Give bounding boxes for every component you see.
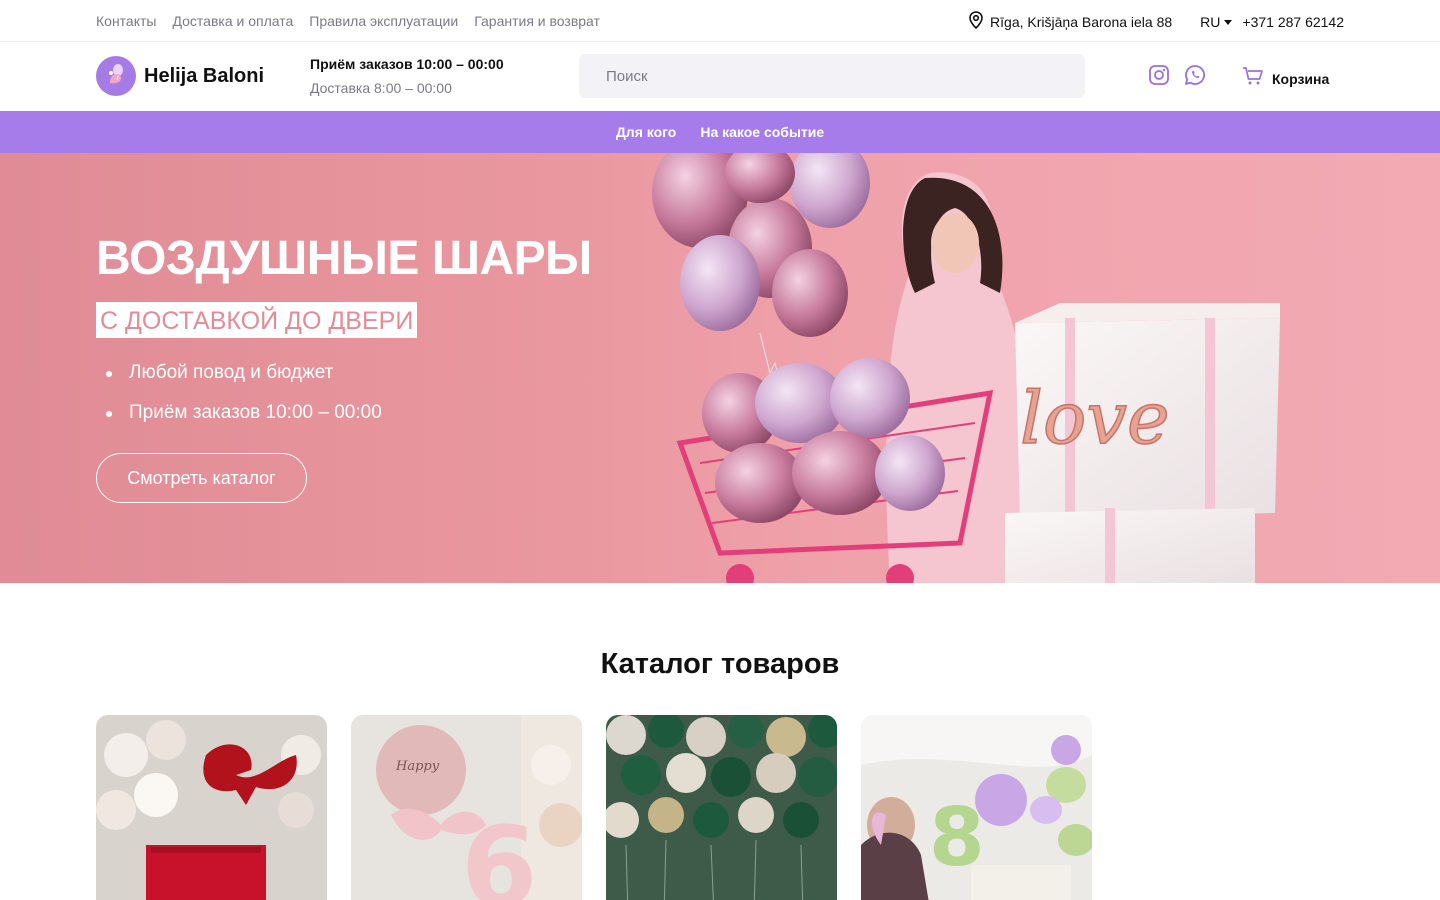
search-input[interactable]: [579, 54, 1085, 98]
hero-subtitle: С ДОСТАВКОЙ ДО ДВЕРИ: [96, 302, 418, 338]
top-links: Контакты Доставка и оплата Правила экспл…: [96, 12, 600, 30]
hero-banner: love ВОЗДУШНЫЕ ШАРЫ С ДОСТАВКОЙ ДО ДВЕРИ…: [0, 153, 1440, 583]
catalog-card[interactable]: 8: [861, 715, 1092, 900]
catalog-card-image: [606, 715, 837, 900]
svg-text:6: 6: [461, 803, 538, 900]
link-usage-rules[interactable]: Правила эксплуатации: [309, 12, 458, 30]
hero-bullet: Любой повод и бюджет: [106, 361, 382, 385]
chevron-down-icon: [1224, 20, 1233, 25]
catalog-card[interactable]: [96, 715, 327, 900]
address[interactable]: Rīga, Krišjāņa Barona iela 88: [968, 11, 1172, 33]
delivery-hours: Доставка 8:00 – 00:00: [310, 80, 452, 96]
hero-bullets: Любой повод и бюджет Приём заказов 10:00…: [106, 361, 382, 441]
location-pin-icon: [968, 11, 984, 33]
social-links: [1148, 64, 1206, 86]
link-warranty-returns[interactable]: Гарантия и возврат: [474, 12, 600, 30]
logo[interactable]: Helija Baloni: [96, 56, 264, 96]
catalog-card[interactable]: [606, 715, 837, 900]
catalog-card[interactable]: Happy 6: [351, 715, 582, 900]
catalog-card-image: Happy 6: [351, 715, 582, 900]
svg-text:Happy: Happy: [395, 759, 440, 774]
view-catalog-button[interactable]: Смотреть каталог: [96, 453, 307, 503]
header: Helija Baloni Приём заказов 10:00 – 00:0…: [0, 42, 1440, 111]
address-text: Rīga, Krišjāņa Barona iela 88: [990, 14, 1173, 30]
catalog-cards: Happy 6 8: [96, 715, 1092, 900]
instagram-icon[interactable]: [1148, 64, 1170, 86]
catalog-title: Каталог товаров: [600, 648, 840, 680]
whatsapp-icon[interactable]: [1184, 64, 1206, 86]
category-nav: Для кого На какое событие: [0, 111, 1440, 153]
hero-bullet: Приём заказов 10:00 – 00:00: [106, 401, 382, 425]
cart-label: Корзина: [1272, 70, 1330, 87]
language-value: RU: [1200, 14, 1221, 30]
catalog-card-image: 8: [861, 715, 1092, 900]
hero-title: ВОЗДУШНЫЕ ШАРЫ: [96, 232, 592, 285]
logo-mark-icon: [96, 56, 136, 96]
nav-for-whom[interactable]: Для кого: [616, 124, 677, 140]
working-hours: Приём заказов 10:00 – 00:00 Доставка 8:0…: [310, 55, 504, 97]
language-selector[interactable]: RU: [1200, 13, 1233, 31]
catalog-card-image: [96, 715, 327, 900]
order-hours: Приём заказов 10:00 – 00:00: [310, 56, 504, 72]
cart-icon: [1242, 66, 1264, 91]
cart-button[interactable]: Корзина: [1242, 66, 1329, 91]
link-contacts[interactable]: Контакты: [96, 12, 156, 30]
top-right: Rīga, Krišjāņa Barona iela 88 RU +371 28…: [968, 11, 1344, 33]
link-delivery-payment[interactable]: Доставка и оплата: [172, 12, 293, 30]
phone-number[interactable]: +371 287 62142: [1242, 13, 1344, 31]
top-bar: Контакты Доставка и оплата Правила экспл…: [0, 0, 1440, 42]
logo-text: Helija Baloni: [144, 64, 265, 87]
nav-by-event[interactable]: На какое событие: [700, 124, 824, 140]
svg-text:love: love: [1020, 376, 1170, 460]
